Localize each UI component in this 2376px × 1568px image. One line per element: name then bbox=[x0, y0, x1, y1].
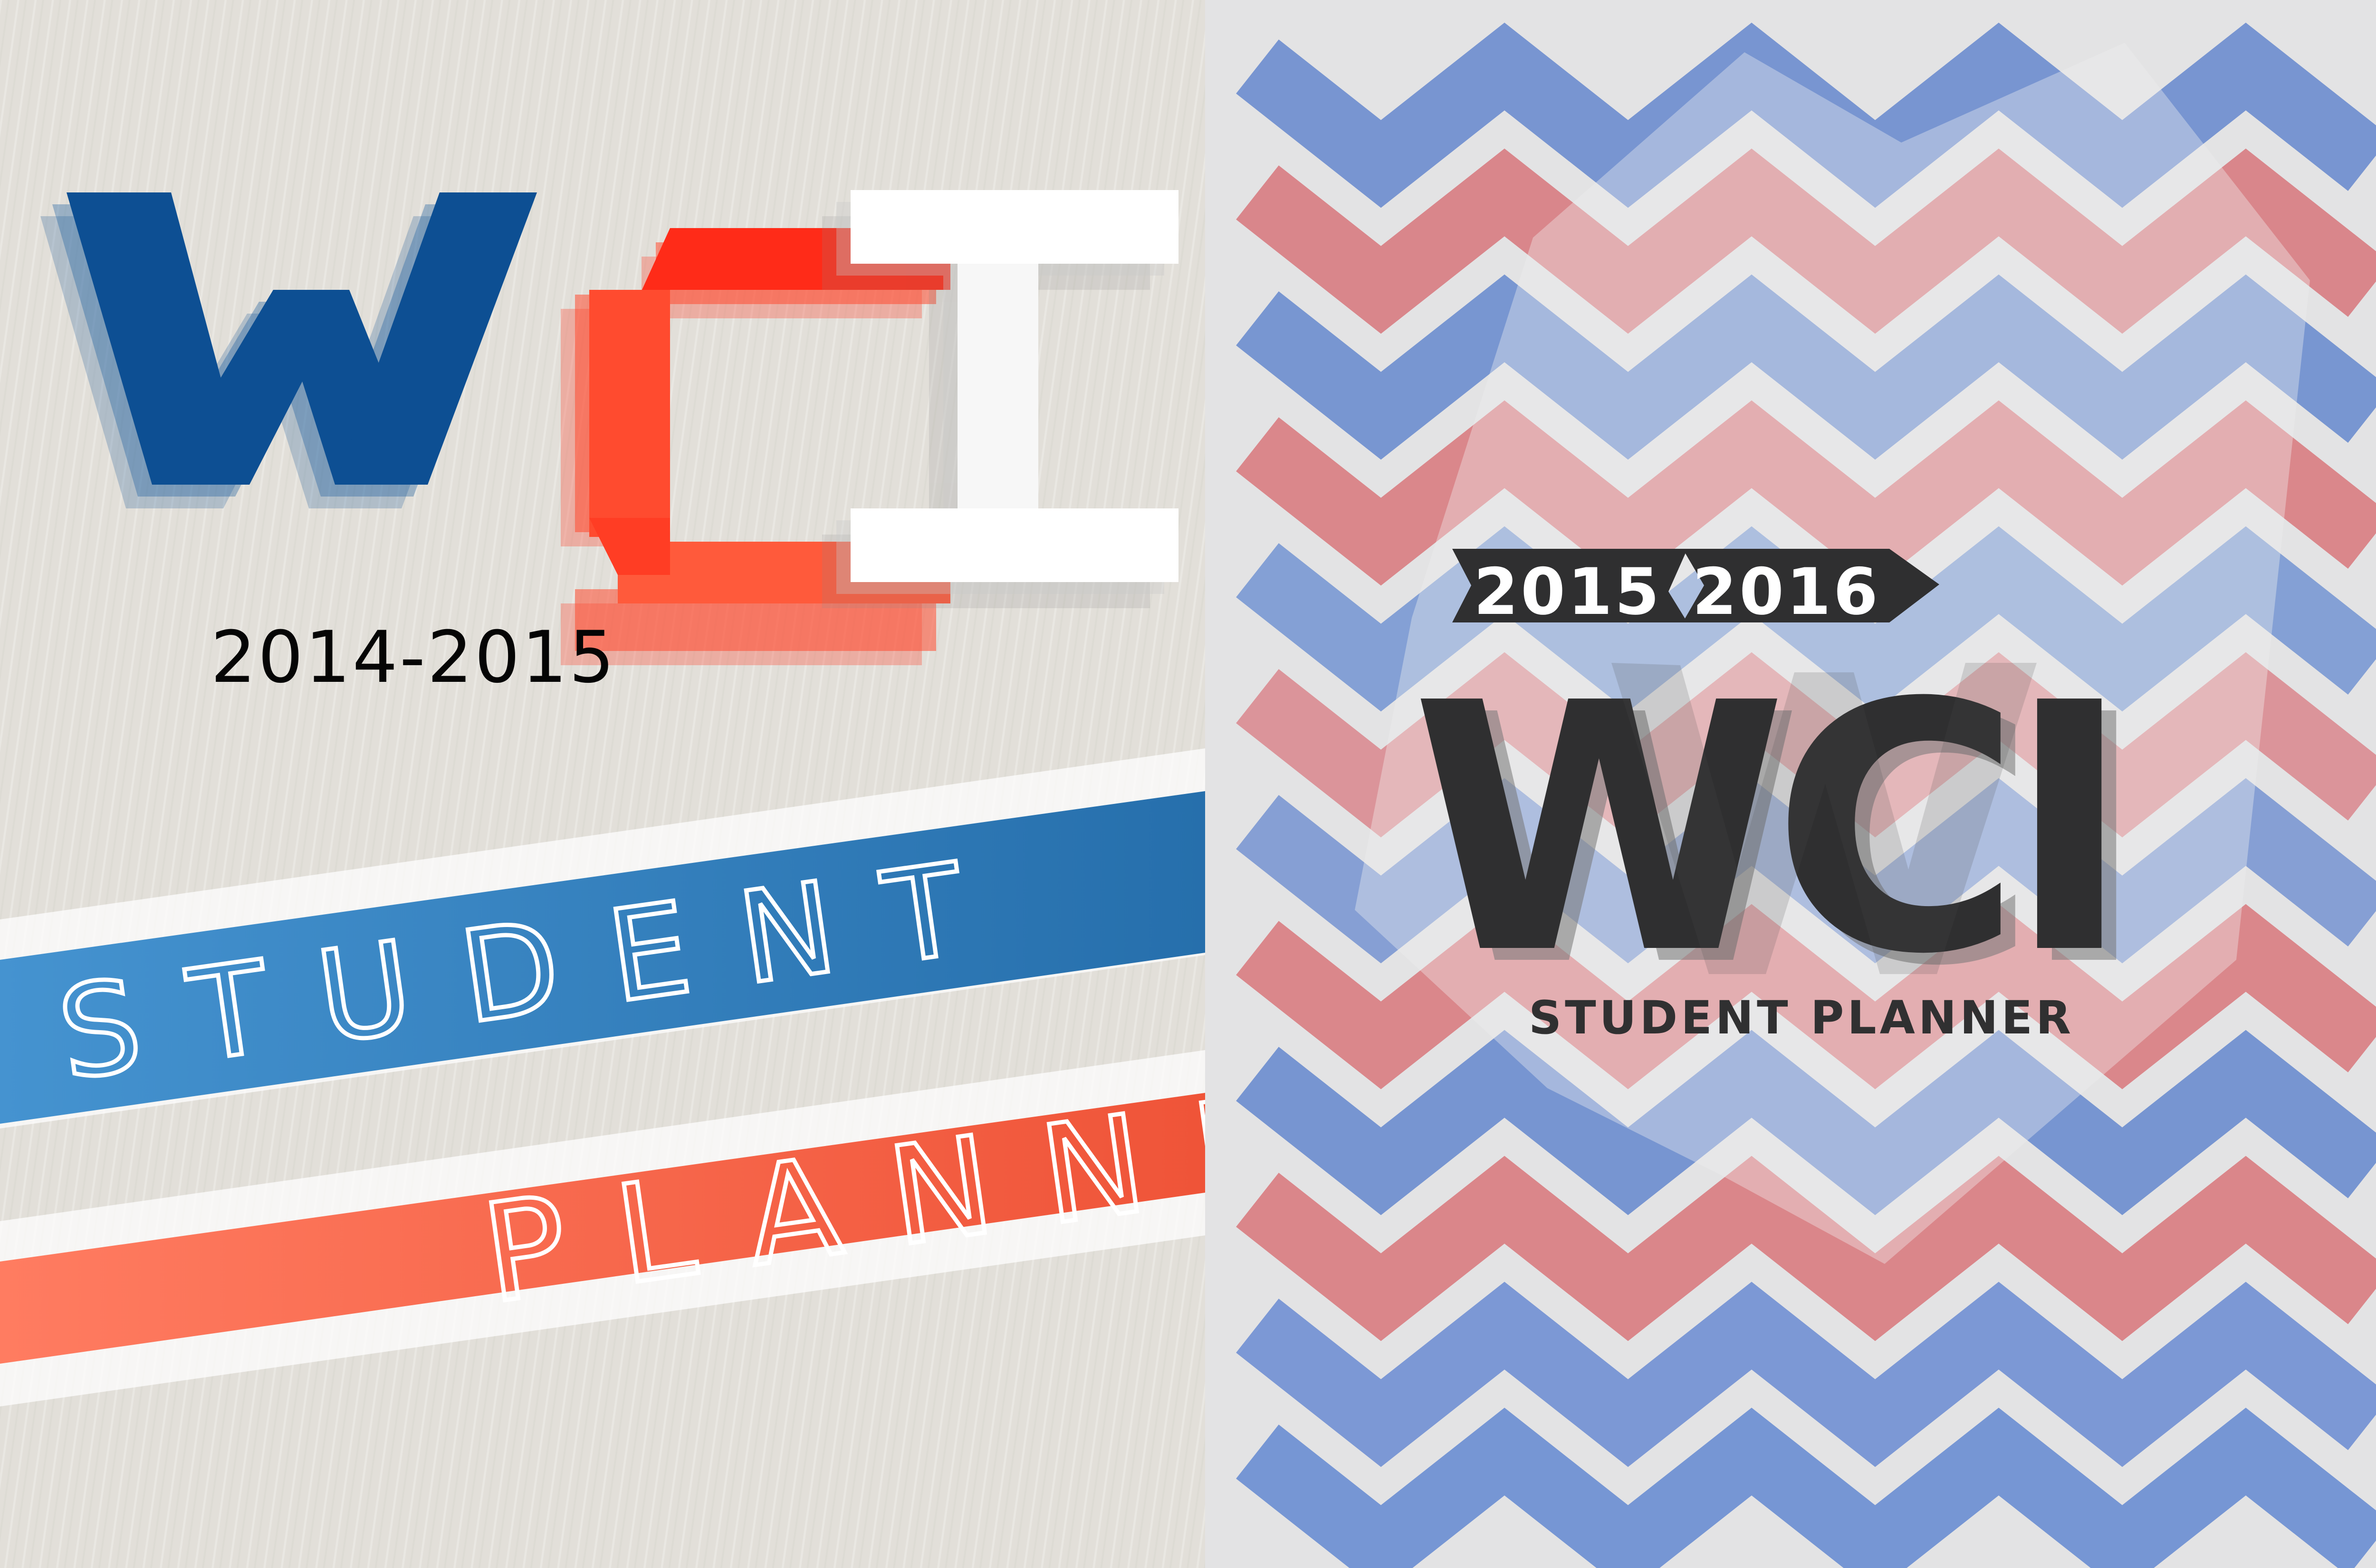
right-subtitle: STUDENT PLANNER bbox=[1529, 991, 2074, 1044]
left-year-label: 2014-2015 bbox=[211, 616, 616, 699]
left-planner-cover: 2014-2015 STUDENT PLANNER bbox=[0, 0, 1205, 1568]
year-start: 2015 bbox=[1474, 555, 1662, 629]
right-cover-art: 2015 2016 WCI WCI STUDENT PLANNER bbox=[1205, 0, 2376, 1568]
wci-logo-right: WCI WCI bbox=[1410, 631, 2147, 1041]
planner-covers-page: 2014-2015 STUDENT PLANNER 2015 2016 WCI … bbox=[0, 0, 2376, 1568]
year-banner: 2015 2016 bbox=[1452, 549, 1939, 629]
year-end: 2016 bbox=[1692, 555, 1880, 629]
right-planner-cover: 2015 2016 WCI WCI STUDENT PLANNER bbox=[1205, 0, 2376, 1568]
left-cover-art: 2014-2015 STUDENT PLANNER bbox=[0, 0, 1205, 1568]
